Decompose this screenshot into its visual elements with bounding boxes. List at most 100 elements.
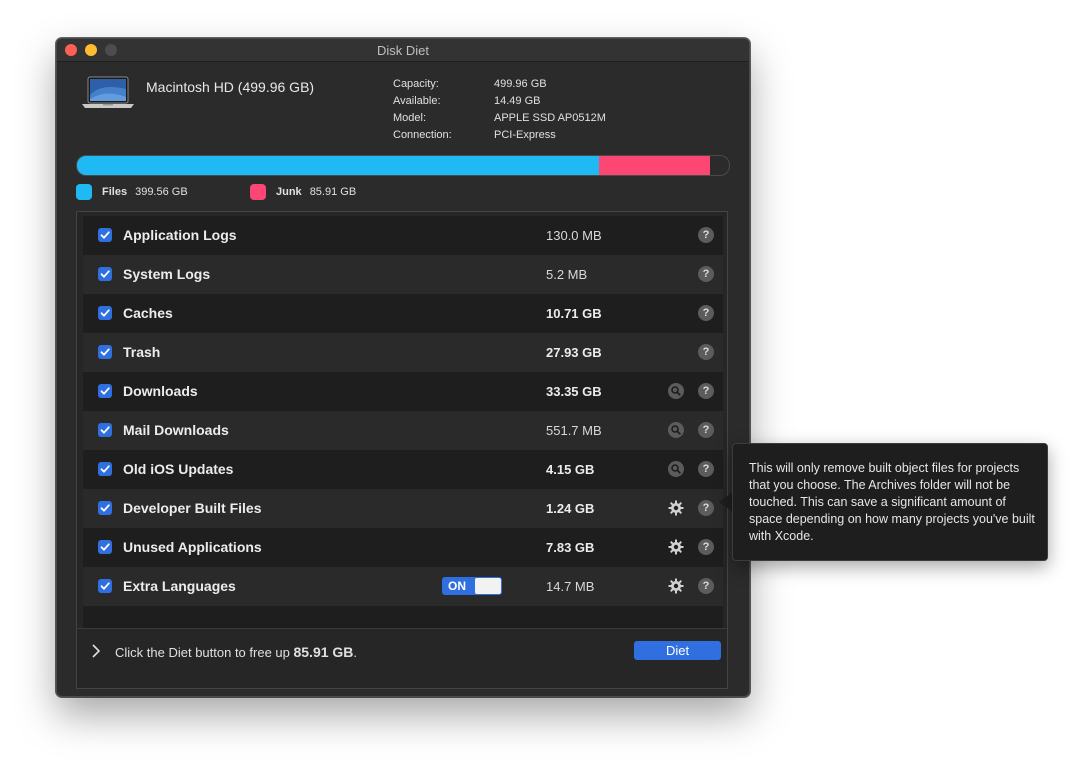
help-icon[interactable]: ? [698,227,714,243]
item-label: Developer Built Files [123,500,262,516]
item-label: Caches [123,305,173,321]
item-label: Old iOS Updates [123,461,234,477]
footer-text-prefix: Click the Diet button to free up [115,645,294,660]
checkmark-icon [100,348,110,356]
help-icon[interactable]: ? [698,461,714,477]
gear-icon[interactable] [668,578,684,594]
item-size: 551.7 MB [546,423,602,438]
title-bar[interactable]: Disk Diet [57,39,749,62]
footer-divider [77,628,727,629]
checkmark-icon [100,270,110,278]
list-item[interactable]: Old iOS Updates 4.15 GB? [83,450,723,489]
item-size: 14.7 MB [546,579,595,594]
junk-swatch [250,184,266,200]
item-checkbox[interactable] [98,462,112,476]
item-label: Trash [123,344,161,360]
tooltip-arrow [719,492,733,512]
item-label: Mail Downloads [123,422,229,438]
footer-text-suffix: . [353,645,358,660]
checkmark-icon [100,426,110,434]
list-item[interactable]: Trash 27.93 GB? [83,333,723,372]
item-size: 10.71 GB [546,306,602,321]
item-size: 33.35 GB [546,384,602,399]
list-item[interactable]: Extra Languages ON 14.7 MB? [83,567,723,606]
checkmark-icon [100,504,110,512]
capacity-value: 499.96 GB [494,78,547,90]
gear-icon[interactable] [668,539,684,555]
item-label: System Logs [123,266,211,282]
usage-files-segment [77,156,599,175]
available-label: Available: [393,95,441,107]
list-item[interactable]: Mail Downloads 551.7 MB? [83,411,723,450]
checkmark-icon [100,465,110,473]
item-checkbox[interactable] [98,501,112,515]
diet-button[interactable]: Diet [634,641,721,660]
chevron-right-icon[interactable] [91,644,101,658]
cleanup-list[interactable]: Application Logs 130.0 MB? System Logs 5.2 … [83,216,723,628]
capacity-label: Capacity: [393,78,439,90]
help-icon[interactable]: ? [698,422,714,438]
legend-files-label: Files [102,186,128,198]
connection-value: PCI-Express [494,129,556,141]
list-item[interactable]: Unused Applications 7.83 GB? [83,528,723,567]
list-item[interactable]: Application Logs 130.0 MB? [83,216,723,255]
available-value: 14.49 GB [494,95,541,107]
disk-info: Capacity: 499.96 GB Available: 14.49 GB … [393,77,606,142]
legend-files-value: 399.56 GB [135,186,188,198]
files-swatch [76,184,92,200]
item-size: 4.15 GB [546,462,595,477]
item-checkbox[interactable] [98,540,112,554]
disk-usage-bar [76,155,730,176]
item-label: Downloads [123,383,198,399]
item-size: 130.0 MB [546,228,602,243]
app-window: Disk Diet Macintosh HD (499.96 GB) Capac… [56,38,750,697]
laptop-icon [82,76,134,108]
list-item[interactable]: Downloads 33.35 GB? [83,372,723,411]
item-checkbox[interactable] [98,384,112,398]
help-icon[interactable]: ? [698,344,714,360]
cleanup-list-panel: Application Logs 130.0 MB? System Logs 5.2 … [76,211,728,689]
disk-name: Macintosh HD (499.96 GB) [146,79,315,95]
item-size: 7.83 GB [546,540,595,555]
item-checkbox[interactable] [98,345,112,359]
legend-junk: Junk 85.91 GB [250,184,356,200]
item-label: Unused Applications [123,539,262,555]
list-item[interactable]: Developer Built Files 1.24 GB? [83,489,723,528]
toggle-state-label: ON [448,579,466,593]
footer-message: Click the Diet button to free up 85.91 G… [115,644,357,660]
legend-junk-label: Junk [276,186,302,198]
gear-icon[interactable] [668,500,684,516]
window-title: Disk Diet [376,43,429,58]
help-tooltip: This will only remove built object files… [732,443,1048,561]
list-item[interactable]: System Logs 5.2 MB? [83,255,723,294]
checkmark-icon [100,309,110,317]
model-value: APPLE SSD AP0512M [494,112,606,124]
checkmark-icon [100,582,110,590]
help-icon[interactable]: ? [698,305,714,321]
toggle-knob[interactable] [475,578,501,594]
help-icon[interactable]: ? [698,578,714,594]
item-checkbox[interactable] [98,306,112,320]
magnifier-icon[interactable] [668,383,684,399]
connection-label: Connection: [393,129,452,141]
checkmark-icon [100,231,110,239]
extra-languages-toggle[interactable]: ON [442,577,502,595]
usage-junk-segment [599,156,710,175]
checkmark-icon [100,543,110,551]
legend-junk-value: 85.91 GB [309,186,357,198]
item-checkbox[interactable] [98,579,112,593]
model-label: Model: [393,112,427,124]
magnifier-icon[interactable] [668,461,684,477]
list-item[interactable]: Caches 10.71 GB? [83,294,723,333]
help-icon[interactable]: ? [698,539,714,555]
help-icon[interactable]: ? [698,500,714,516]
item-checkbox[interactable] [98,267,112,281]
help-icon[interactable]: ? [698,383,714,399]
item-checkbox[interactable] [98,228,112,242]
help-icon[interactable]: ? [698,266,714,282]
item-size: 27.93 GB [546,345,602,360]
magnifier-icon[interactable] [668,422,684,438]
item-size: 5.2 MB [546,267,588,282]
item-checkbox[interactable] [98,423,112,437]
tooltip-text: This will only remove built object files… [749,461,1035,543]
